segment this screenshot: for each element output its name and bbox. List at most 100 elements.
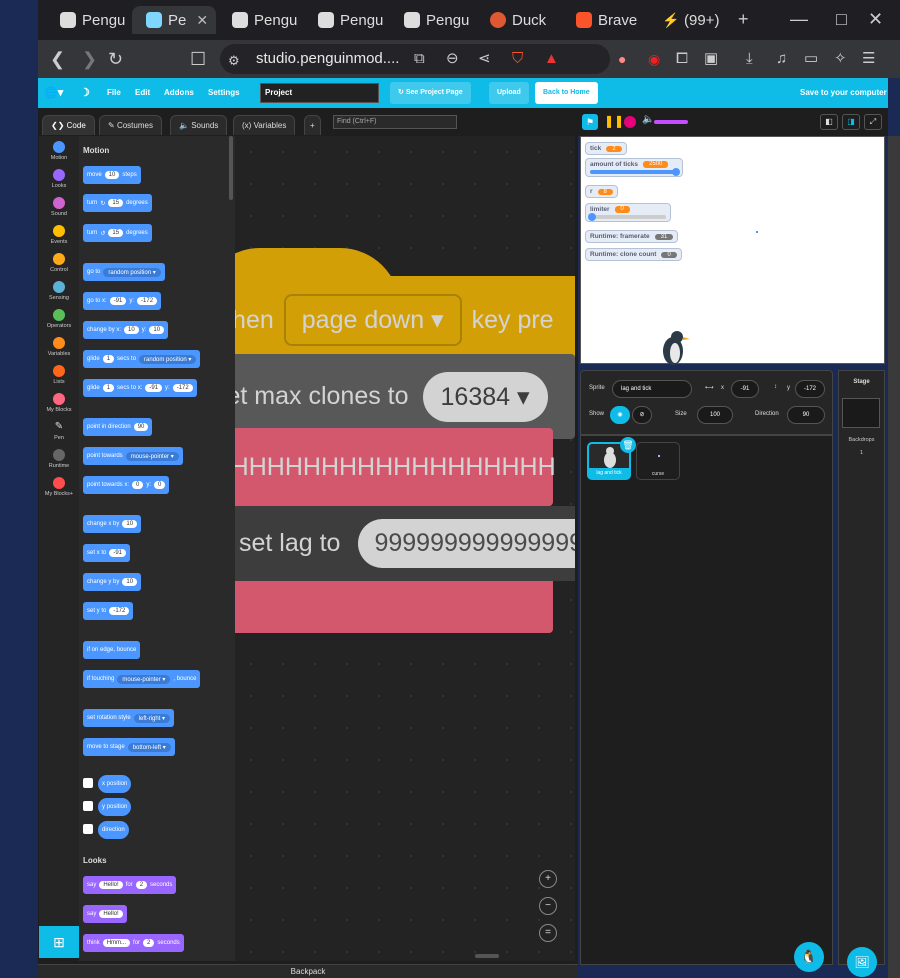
- category-lists[interactable]: Lists: [39, 365, 79, 385]
- monitor-limiter[interactable]: limiter 0: [585, 203, 671, 222]
- block-input[interactable]: 10: [104, 171, 120, 179]
- monitor-slider[interactable]: [588, 213, 666, 221]
- penguin-sprite[interactable]: [657, 327, 693, 365]
- save-to-computer-button[interactable]: Save to your computer: [800, 78, 887, 108]
- downloads-icon[interactable]: ⤓: [746, 49, 753, 69]
- category-runtime[interactable]: Runtime: [39, 449, 79, 469]
- block-dropdown[interactable]: left-right ▾: [133, 713, 171, 723]
- record-icon[interactable]: ◉: [648, 49, 660, 69]
- block-change-y[interactable]: change y by 10: [83, 573, 142, 591]
- y-input[interactable]: -172: [795, 380, 825, 398]
- close-window-button[interactable]: ✕: [868, 9, 883, 29]
- block-glide-random[interactable]: glide 1 secs to random position ▾: [83, 350, 201, 368]
- extensions-icon[interactable]: ⧠: [676, 49, 688, 69]
- block-input[interactable]: 0: [132, 481, 144, 489]
- language-globe-icon[interactable]: 🌐▾: [44, 78, 63, 108]
- brave-rewards-icon[interactable]: ▲: [544, 49, 559, 69]
- open-in-app-icon[interactable]: ⧉: [414, 49, 425, 69]
- block-move[interactable]: move 10 steps: [83, 166, 141, 184]
- block-input[interactable]: -172: [109, 607, 130, 615]
- reporter-direction[interactable]: direction: [98, 821, 129, 839]
- block-input[interactable]: -91: [109, 297, 127, 305]
- monitor-tick[interactable]: tick 2: [585, 142, 627, 155]
- slider-knob[interactable]: [588, 213, 596, 221]
- block-dropdown[interactable]: random position ▾: [139, 354, 197, 364]
- zoom-in-icon[interactable]: +: [539, 870, 557, 888]
- block-input[interactable]: -91: [109, 549, 127, 557]
- block-point-towards-xy[interactable]: point towards x: 0 y: 0: [83, 476, 170, 494]
- leo-ai-icon[interactable]: ✧: [834, 49, 847, 69]
- zoom-reset-icon[interactable]: =: [539, 924, 557, 942]
- tab-code[interactable]: ❮❯ Code: [42, 115, 95, 135]
- close-icon[interactable]: ✕: [196, 12, 208, 29]
- block-dropdown[interactable]: random position ▾: [103, 267, 161, 277]
- monitor-slider[interactable]: [590, 168, 680, 176]
- block-input[interactable]: 2: [135, 881, 148, 889]
- extension-icon[interactable]: ●: [618, 49, 626, 69]
- block-bounce[interactable]: if on edge, bounce: [83, 641, 141, 659]
- browser-tab[interactable]: Pengu: [218, 6, 302, 34]
- tab-variables[interactable]: (x) Variables: [233, 115, 296, 135]
- show-visible-icon[interactable]: ◉: [610, 406, 630, 424]
- forward-icon[interactable]: ❯: [82, 49, 97, 69]
- wallet-icon[interactable]: ▭: [804, 49, 818, 69]
- block-input[interactable]: 10: [122, 578, 138, 586]
- checkbox-y-position[interactable]: [83, 801, 93, 811]
- block-input[interactable]: Hello!: [99, 881, 123, 889]
- size-input[interactable]: 100: [697, 406, 733, 424]
- monitor-runtime-clone-count[interactable]: Runtime: clone count 0: [585, 248, 682, 261]
- category-my-blocks-plus[interactable]: My Blocks+: [39, 477, 79, 497]
- block-input[interactable]: Hello!: [99, 910, 123, 918]
- block-input[interactable]: 15: [108, 229, 124, 237]
- fullscreen-icon[interactable]: ⤢: [864, 114, 882, 130]
- stage-thumbnail[interactable]: [842, 398, 880, 428]
- block-input[interactable]: 90: [133, 423, 149, 431]
- category-my-blocks[interactable]: My Blocks: [39, 393, 79, 413]
- add-backdrop-button[interactable]: 🖼: [847, 947, 877, 977]
- normal-stage-icon[interactable]: ◨: [842, 114, 860, 130]
- block-glide-xy[interactable]: glide 1 secs to x: -91 y: -172: [83, 379, 197, 397]
- block-input[interactable]: 15: [108, 199, 124, 207]
- add-sprite-button[interactable]: 🐧: [794, 942, 824, 972]
- browser-tab[interactable]: Pengu✕: [46, 6, 130, 34]
- block-input[interactable]: 0: [154, 481, 166, 489]
- small-stage-icon[interactable]: ◧: [820, 114, 838, 130]
- category-motion[interactable]: Motion: [39, 141, 79, 161]
- block-if-touching-bounce[interactable]: if touching mouse-pointer ▾, bounce: [83, 670, 201, 688]
- block-think-for[interactable]: think Hmm... for 2 seconds: [83, 934, 184, 952]
- back-to-home-button[interactable]: Back to Home: [535, 82, 598, 104]
- block-say[interactable]: say Hello!: [83, 905, 127, 923]
- upload-button[interactable]: Upload: [489, 82, 529, 104]
- block-input[interactable]: -172: [137, 297, 158, 305]
- category-operators[interactable]: Operators: [39, 309, 79, 329]
- tab-costumes[interactable]: ✎ Costumes: [99, 115, 162, 135]
- new-tab-button[interactable]: +: [738, 9, 749, 29]
- stage[interactable]: tick 2 amount of ticks 2500 r8 limiter 0 Ru…: [580, 136, 885, 365]
- palette-scrollbar[interactable]: [229, 136, 233, 200]
- volume-icon[interactable]: 🔈: [642, 114, 654, 125]
- block-go-to-xy[interactable]: go to x: -91 y: -172: [83, 292, 162, 310]
- monitor-r[interactable]: r8: [585, 185, 618, 198]
- zoom-icon[interactable]: ⊖: [446, 49, 459, 69]
- block-set-y[interactable]: set y to -172: [83, 602, 134, 620]
- block-go-to[interactable]: go to random position ▾: [83, 263, 165, 281]
- volume-slider[interactable]: [654, 120, 688, 124]
- media-icon[interactable]: ♫: [776, 49, 787, 69]
- category-looks[interactable]: Looks: [39, 169, 79, 189]
- block-point-direction[interactable]: point in direction 90: [83, 418, 153, 436]
- browser-tab[interactable]: Duck: [476, 6, 560, 34]
- backpack-bar[interactable]: Backpack: [38, 964, 578, 978]
- menu-file[interactable]: File: [107, 78, 121, 108]
- sprite-thumb-curse[interactable]: curse: [636, 442, 680, 480]
- block-input[interactable]: 10: [149, 326, 165, 334]
- project-title-input[interactable]: Project: [260, 83, 379, 103]
- menu-icon[interactable]: ☰: [862, 49, 875, 69]
- minimize-button[interactable]: —: [790, 9, 808, 29]
- maximize-button[interactable]: □: [836, 9, 847, 29]
- block-input[interactable]: 10: [122, 520, 138, 528]
- block-set-x[interactable]: set x to -91: [83, 544, 131, 562]
- monitor-amount-of-ticks[interactable]: amount of ticks 2500: [585, 158, 683, 177]
- block-change-by[interactable]: change by x: 10 y: 10: [83, 321, 169, 339]
- block-move-to-stage[interactable]: move to stage bottom-left ▾: [83, 738, 175, 756]
- block-dropdown[interactable]: mouse-pointer ▾: [125, 451, 179, 461]
